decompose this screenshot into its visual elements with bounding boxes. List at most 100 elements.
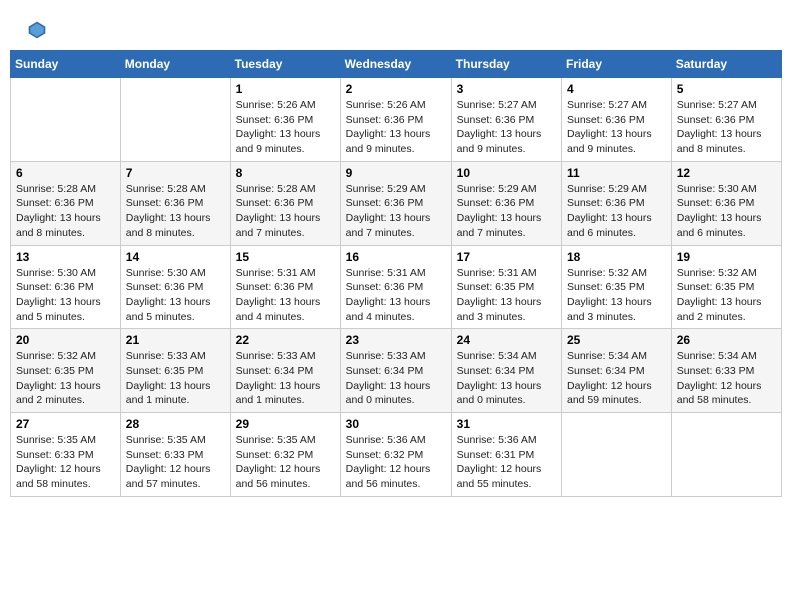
day-info: Sunrise: 5:29 AM Sunset: 6:36 PM Dayligh…: [346, 182, 446, 241]
calendar-day-cell: 2Sunrise: 5:26 AM Sunset: 6:36 PM Daylig…: [340, 78, 451, 162]
calendar-day-cell: 24 Sunrise: 5:34 AM Sunset: 6:34 PM Dayli…: [451, 329, 561, 413]
day-number: 9: [346, 166, 446, 180]
day-info: Sunrise: 5:32 AM Sunset: 6:35 PM Dayligh…: [567, 266, 666, 325]
day-number: 8: [236, 166, 335, 180]
calendar-day-cell: 6 Sunrise: 5:28 AM Sunset: 6:36 PM Daylig…: [11, 161, 121, 245]
calendar-day-cell: 7 Sunrise: 5:28 AM Sunset: 6:36 PM Daylig…: [120, 161, 230, 245]
day-info: Sunrise: 5:29 AM Sunset: 6:36 PM Dayligh…: [567, 182, 666, 241]
day-number: 11: [567, 166, 666, 180]
day-number: 22: [236, 333, 335, 347]
day-info: Sunrise: 5:36 AM Sunset: 6:32 PM Dayligh…: [346, 433, 446, 492]
day-number: 10: [457, 166, 556, 180]
day-number: 6: [16, 166, 115, 180]
calendar-week-row: 20 Sunrise: 5:32 AM Sunset: 6:35 PM Dayli…: [11, 329, 782, 413]
calendar-week-row: 1Sunrise: 5:26 AM Sunset: 6:36 PM Daylig…: [11, 78, 782, 162]
day-number: 25: [567, 333, 666, 347]
day-number: 18: [567, 250, 666, 264]
day-info: Sunrise: 5:33 AM Sunset: 6:34 PM Dayligh…: [236, 349, 335, 408]
day-info: Sunrise: 5:35 AM Sunset: 6:33 PM Dayligh…: [16, 433, 115, 492]
day-info: Sunrise: 5:31 AM Sunset: 6:36 PM Dayligh…: [236, 266, 335, 325]
calendar-day-cell: 18 Sunrise: 5:32 AM Sunset: 6:35 PM Dayli…: [562, 245, 672, 329]
day-info: Sunrise: 5:34 AM Sunset: 6:34 PM Dayligh…: [457, 349, 556, 408]
day-number: 17: [457, 250, 556, 264]
day-info: Sunrise: 5:35 AM Sunset: 6:32 PM Dayligh…: [236, 433, 335, 492]
day-number: 19: [677, 250, 776, 264]
day-number: 3: [457, 82, 556, 96]
day-number: 31: [457, 417, 556, 431]
day-info: Sunrise: 5:30 AM Sunset: 6:36 PM Dayligh…: [677, 182, 776, 241]
day-info: Sunrise: 5:34 AM Sunset: 6:33 PM Dayligh…: [677, 349, 776, 408]
calendar-day-cell: [562, 413, 672, 497]
calendar-day-cell: 17 Sunrise: 5:31 AM Sunset: 6:35 PM Dayli…: [451, 245, 561, 329]
calendar-day-cell: 26 Sunrise: 5:34 AM Sunset: 6:33 PM Dayli…: [671, 329, 781, 413]
weekday-header: Sunday: [11, 51, 121, 78]
calendar-day-cell: 8Sunrise: 5:28 AM Sunset: 6:36 PM Daylig…: [230, 161, 340, 245]
calendar-header-row: SundayMondayTuesdayWednesdayThursdayFrid…: [11, 51, 782, 78]
calendar-day-cell: 27 Sunrise: 5:35 AM Sunset: 6:33 PM Dayli…: [11, 413, 121, 497]
calendar-day-cell: [120, 78, 230, 162]
calendar-day-cell: [671, 413, 781, 497]
weekday-header: Saturday: [671, 51, 781, 78]
calendar-week-row: 27 Sunrise: 5:35 AM Sunset: 6:33 PM Dayli…: [11, 413, 782, 497]
calendar-day-cell: 19 Sunrise: 5:32 AM Sunset: 6:35 PM Dayli…: [671, 245, 781, 329]
calendar-day-cell: 3 Sunrise: 5:27 AM Sunset: 6:36 PM Daylig…: [451, 78, 561, 162]
calendar-day-cell: 30 Sunrise: 5:36 AM Sunset: 6:32 PM Dayli…: [340, 413, 451, 497]
day-number: 26: [677, 333, 776, 347]
day-info: Sunrise: 5:28 AM Sunset: 6:36 PM Dayligh…: [16, 182, 115, 241]
day-number: 15: [236, 250, 335, 264]
calendar-day-cell: 13 Sunrise: 5:30 AM Sunset: 6:36 PM Dayli…: [11, 245, 121, 329]
day-info: Sunrise: 5:28 AM Sunset: 6:36 PM Dayligh…: [126, 182, 225, 241]
day-number: 2: [346, 82, 446, 96]
calendar-day-cell: 9 Sunrise: 5:29 AM Sunset: 6:36 PM Daylig…: [340, 161, 451, 245]
calendar-day-cell: 15 Sunrise: 5:31 AM Sunset: 6:36 PM Dayli…: [230, 245, 340, 329]
day-info: Sunrise: 5:30 AM Sunset: 6:36 PM Dayligh…: [16, 266, 115, 325]
day-number: 12: [677, 166, 776, 180]
calendar-table: SundayMondayTuesdayWednesdayThursdayFrid…: [10, 50, 782, 497]
day-number: 28: [126, 417, 225, 431]
weekday-header: Tuesday: [230, 51, 340, 78]
day-info: Sunrise: 5:31 AM Sunset: 6:35 PM Dayligh…: [457, 266, 556, 325]
day-number: 27: [16, 417, 115, 431]
day-number: 16: [346, 250, 446, 264]
day-info: Sunrise: 5:27 AM Sunset: 6:36 PM Dayligh…: [457, 98, 556, 157]
calendar-day-cell: 12 Sunrise: 5:30 AM Sunset: 6:36 PM Dayli…: [671, 161, 781, 245]
day-number: 24: [457, 333, 556, 347]
day-info: Sunrise: 5:34 AM Sunset: 6:34 PM Dayligh…: [567, 349, 666, 408]
day-number: 29: [236, 417, 335, 431]
day-info: Sunrise: 5:32 AM Sunset: 6:35 PM Dayligh…: [16, 349, 115, 408]
day-info: Sunrise: 5:27 AM Sunset: 6:36 PM Dayligh…: [567, 98, 666, 157]
weekday-header: Wednesday: [340, 51, 451, 78]
calendar-day-cell: 21Sunrise: 5:33 AM Sunset: 6:35 PM Dayli…: [120, 329, 230, 413]
calendar-day-cell: 14 Sunrise: 5:30 AM Sunset: 6:36 PM Dayli…: [120, 245, 230, 329]
day-number: 7: [126, 166, 225, 180]
calendar-day-cell: [11, 78, 121, 162]
calendar-day-cell: 5 Sunrise: 5:27 AM Sunset: 6:36 PM Daylig…: [671, 78, 781, 162]
day-number: 14: [126, 250, 225, 264]
day-number: 5: [677, 82, 776, 96]
weekday-header: Thursday: [451, 51, 561, 78]
day-info: Sunrise: 5:35 AM Sunset: 6:33 PM Dayligh…: [126, 433, 225, 492]
logo: [25, 20, 49, 40]
calendar-day-cell: 22 Sunrise: 5:33 AM Sunset: 6:34 PM Dayli…: [230, 329, 340, 413]
calendar-day-cell: 1Sunrise: 5:26 AM Sunset: 6:36 PM Daylig…: [230, 78, 340, 162]
calendar-day-cell: 29 Sunrise: 5:35 AM Sunset: 6:32 PM Dayli…: [230, 413, 340, 497]
day-number: 13: [16, 250, 115, 264]
day-number: 20: [16, 333, 115, 347]
day-info: Sunrise: 5:27 AM Sunset: 6:36 PM Dayligh…: [677, 98, 776, 157]
calendar-day-cell: 20 Sunrise: 5:32 AM Sunset: 6:35 PM Dayli…: [11, 329, 121, 413]
day-info: Sunrise: 5:36 AM Sunset: 6:31 PM Dayligh…: [457, 433, 556, 492]
day-info: Sunrise: 5:30 AM Sunset: 6:36 PM Dayligh…: [126, 266, 225, 325]
calendar-day-cell: 31 Sunrise: 5:36 AM Sunset: 6:31 PM Dayli…: [451, 413, 561, 497]
calendar-day-cell: 10 Sunrise: 5:29 AM Sunset: 6:36 PM Dayli…: [451, 161, 561, 245]
day-info: Sunrise: 5:32 AM Sunset: 6:35 PM Dayligh…: [677, 266, 776, 325]
day-number: 30: [346, 417, 446, 431]
page-header: [10, 10, 782, 45]
calendar-day-cell: 25 Sunrise: 5:34 AM Sunset: 6:34 PM Dayli…: [562, 329, 672, 413]
calendar-day-cell: 4 Sunrise: 5:27 AM Sunset: 6:36 PM Daylig…: [562, 78, 672, 162]
day-info: Sunrise: 5:26 AM Sunset: 6:36 PM Dayligh…: [236, 98, 335, 157]
calendar-day-cell: 28 Sunrise: 5:35 AM Sunset: 6:33 PM Dayli…: [120, 413, 230, 497]
day-info: Sunrise: 5:29 AM Sunset: 6:36 PM Dayligh…: [457, 182, 556, 241]
calendar-week-row: 6 Sunrise: 5:28 AM Sunset: 6:36 PM Daylig…: [11, 161, 782, 245]
calendar-day-cell: 11 Sunrise: 5:29 AM Sunset: 6:36 PM Dayli…: [562, 161, 672, 245]
day-number: 4: [567, 82, 666, 96]
